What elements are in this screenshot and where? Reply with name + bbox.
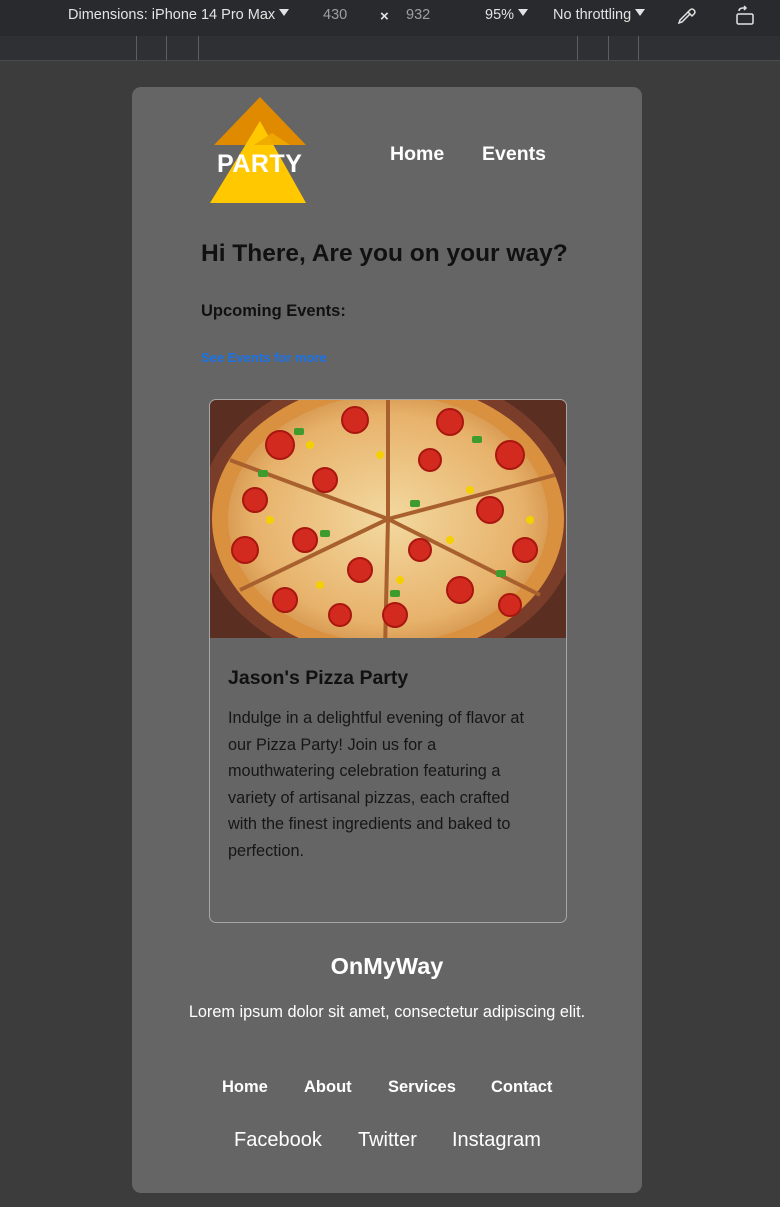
dimensions-dropdown[interactable]: Dimensions: iPhone 14 Pro Max [68, 7, 290, 23]
swap-dimensions-icon[interactable]: × [380, 8, 389, 25]
device-viewport: PARTY Home Events Hi There, Are you on y… [132, 87, 642, 1193]
twitter-link[interactable]: Twitter [358, 1129, 417, 1152]
media-query-ruler[interactable] [0, 36, 780, 61]
event-description: Indulge in a delightful evening of flavo… [228, 709, 524, 860]
throttling-label: No throttling [553, 7, 632, 23]
footer-tagline: Lorem ipsum dolor sit amet, consectetur … [188, 1003, 586, 1021]
nav-events-link[interactable]: Events [482, 143, 546, 166]
pizza-image [210, 400, 566, 638]
eyedropper-icon[interactable] [675, 5, 697, 27]
see-events-link[interactable]: See Events for more [201, 350, 327, 365]
footer-contact-link[interactable]: Contact [491, 1078, 552, 1097]
event-card[interactable]: Jason's Pizza Party Indulge in a delight… [209, 399, 567, 923]
instagram-link[interactable]: Instagram [452, 1129, 541, 1152]
footer-home-link[interactable]: Home [222, 1078, 268, 1097]
chevron-down-icon [635, 9, 646, 16]
zoom-label: 95% [485, 7, 515, 23]
event-title: Jason's Pizza Party [228, 667, 409, 689]
footer-services-link[interactable]: Services [388, 1078, 456, 1097]
zoom-dropdown[interactable]: 95% [485, 7, 529, 23]
width-input[interactable]: 430 [323, 7, 347, 23]
devtools-device-toolbar: Dimensions: iPhone 14 Pro Max 430 × 932 … [0, 0, 780, 36]
chevron-down-icon [518, 9, 529, 16]
footer-about-link[interactable]: About [304, 1078, 352, 1097]
nav-home-link[interactable]: Home [390, 143, 444, 166]
dimensions-label: Dimensions: iPhone 14 Pro Max [68, 7, 276, 23]
throttling-dropdown[interactable]: No throttling [553, 7, 646, 23]
upcoming-events-heading: Upcoming Events: [201, 302, 346, 320]
facebook-link[interactable]: Facebook [234, 1129, 322, 1152]
rotate-device-icon[interactable] [734, 5, 758, 27]
footer-brand: OnMyWay [330, 953, 444, 979]
height-input[interactable]: 932 [406, 7, 430, 23]
chevron-down-icon [279, 9, 290, 16]
logo-text: PARTY [217, 150, 303, 178]
greeting-heading: Hi There, Are you on your way? [201, 240, 568, 267]
